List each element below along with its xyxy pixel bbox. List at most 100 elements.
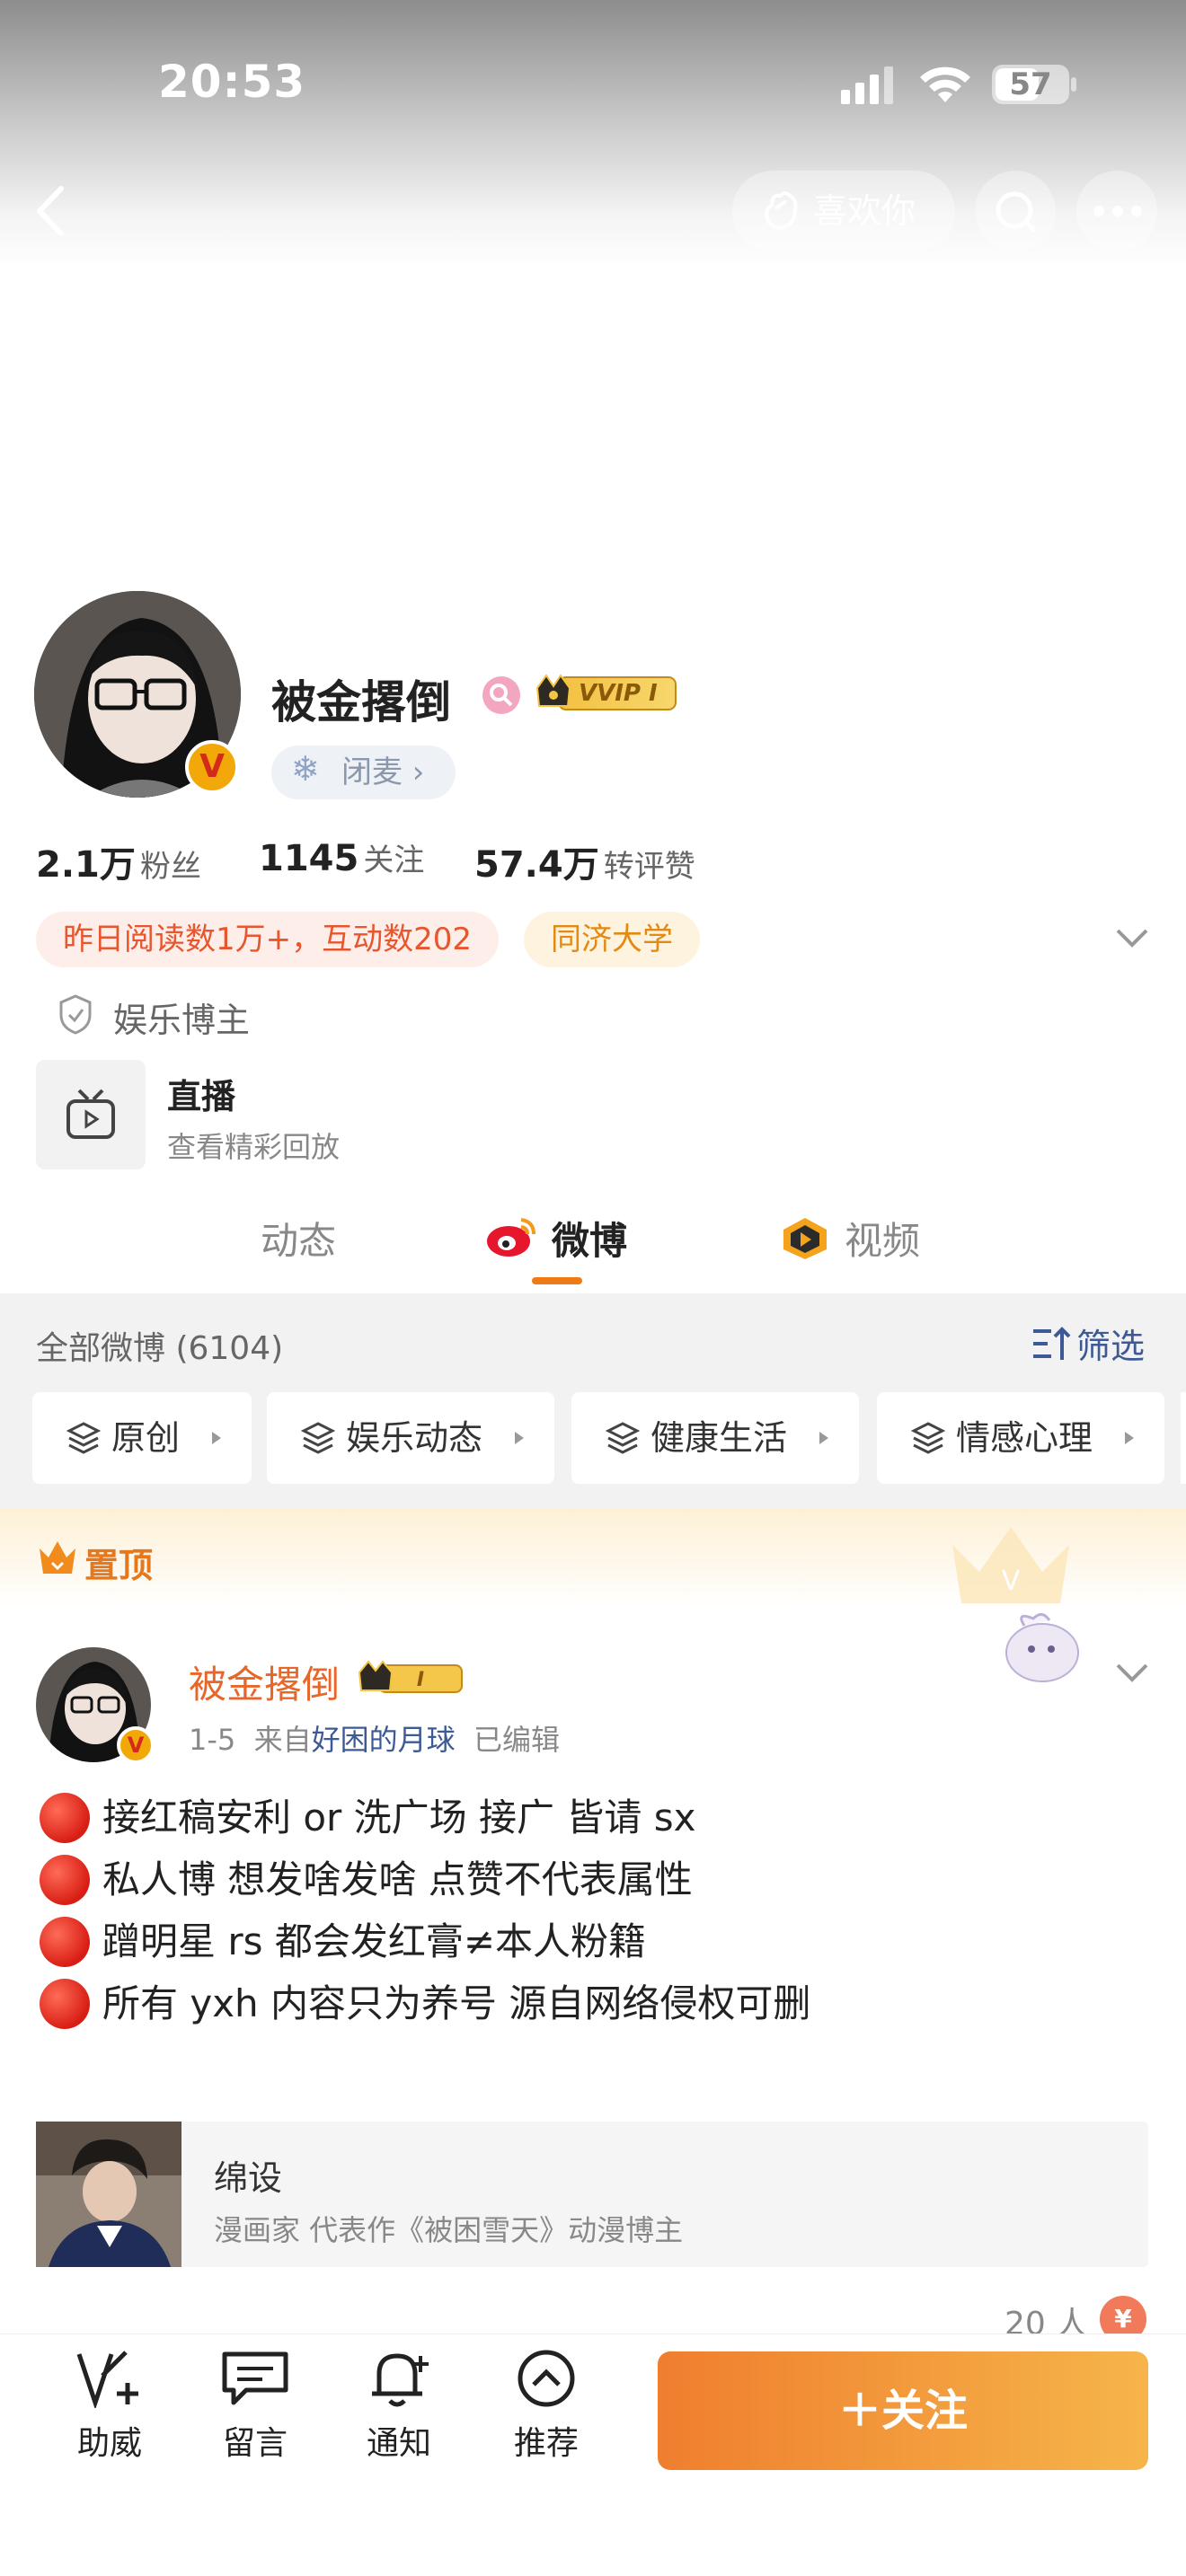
snowflake-icon: ❄ (291, 749, 320, 789)
layers-icon (301, 1422, 335, 1454)
profile-name: 被金撂倒 (271, 676, 451, 728)
cheer-button[interactable]: 助威 (56, 2349, 164, 2464)
filter-label: 筛选 (1076, 1327, 1146, 1366)
school-tag[interactable]: 同济大学 (524, 912, 700, 967)
bell-plus-icon (372, 2353, 429, 2407)
reading-stats-tag[interactable]: 昨日阅读数1万+，互动数202 (36, 912, 500, 967)
stat-interactions-label: 转评赞 (603, 849, 695, 885)
recommend-label: 推荐 (513, 2425, 579, 2462)
chip-health[interactable]: 健康生活 (571, 1392, 859, 1484)
chip-original-label: 原创 (111, 1418, 181, 1458)
verified-v-icon: V (185, 740, 239, 794)
chip-original[interactable]: 原创 (32, 1392, 252, 1484)
post-line-3: 蹭明星 rs 都会发红膏≠本人粉籍 (40, 1915, 646, 1969)
search-icon (996, 191, 1037, 233)
post-from-label: 来自 (253, 1723, 312, 1757)
recommend-button[interactable]: 推荐 (492, 2349, 600, 2464)
stat-interactions[interactable]: 57.4万 转评赞 (474, 835, 695, 887)
red-circle-emoji (40, 1916, 90, 1967)
linked-user-card[interactable]: 绵设 漫画家 代表作《被困雪天》动漫博主 (36, 2122, 1148, 2267)
tv-play-icon (66, 1089, 115, 1139)
chevron-left-icon (37, 186, 64, 236)
linked-user-photo (36, 2122, 181, 2267)
svg-text:V: V (1002, 1566, 1021, 1597)
post-author-name[interactable]: 被金撂倒 (189, 1654, 340, 1709)
post-source-link[interactable]: 好困的月球 (312, 1723, 456, 1757)
svg-text:I: I (417, 1669, 424, 1691)
red-circle-emoji (40, 1792, 90, 1843)
message-label: 留言 (222, 2425, 288, 2462)
live-title: 直播 (167, 1077, 236, 1116)
status-chip[interactable]: ❄ 闭麦 › (271, 745, 456, 799)
more-button[interactable] (1076, 171, 1157, 251)
chip-entertainment-label: 娱乐动态 (346, 1418, 483, 1458)
chip-emotion[interactable]: 情感心理 (877, 1392, 1164, 1484)
red-circle-emoji (40, 1978, 90, 2029)
cheer-v-plus-icon (76, 2351, 138, 2408)
tab-active-indicator (532, 1277, 582, 1284)
post-line-text: 蹭明星 rs 都会发红膏≠本人粉籍 (102, 1919, 647, 1963)
post-meta: 1-5 来自好困的月球 已编辑 (189, 1717, 560, 1759)
hand-heart-icon (764, 191, 798, 231)
live-button[interactable] (36, 1060, 146, 1169)
crown-icon (36, 1538, 79, 1581)
post-line-1: 接红稿安利 or 洗广场 接广 皆请 sx (40, 1791, 695, 1845)
pinned-label: 置顶 (84, 1546, 154, 1585)
message-button[interactable]: 留言 (201, 2349, 309, 2464)
chip-emotion-label: 情感心理 (956, 1418, 1093, 1458)
sort-filter-icon (1033, 1327, 1071, 1360)
post-line-text: 私人博 想发啥发啥 点赞不代表属性 (102, 1857, 693, 1901)
crown-watermark: V (943, 1518, 1078, 1611)
status-chip-label: 闭麦 › (341, 754, 425, 790)
search-button[interactable] (975, 171, 1056, 251)
vip-badge-small: I (358, 1658, 465, 1701)
stat-fans-label: 粉丝 (139, 849, 201, 885)
linked-user-desc: 漫画家 代表作《被困雪天》动漫博主 (214, 2213, 684, 2247)
video-hexagon-icon (783, 1218, 827, 1259)
post-line-text: 所有 yxh 内容只为养号 源自网络侵权可删 (102, 1981, 811, 2025)
layers-icon (66, 1422, 101, 1454)
tab-video[interactable]: 视频 (778, 1213, 931, 1266)
post-date: 1-5 (189, 1723, 236, 1757)
cellular-signal-icon (841, 66, 897, 108)
layers-icon (911, 1422, 945, 1454)
status-time: 20:53 (158, 56, 306, 108)
female-gender-icon (482, 676, 520, 714)
live-subtitle: 查看精彩回放 (167, 1130, 341, 1164)
more-dots-icon (1093, 206, 1142, 216)
weibo-logo-icon (487, 1218, 535, 1257)
filter-button[interactable]: 筛选 (1031, 1319, 1152, 1369)
cheer-label: 助威 (76, 2425, 142, 2462)
stat-following[interactable]: 1145 关注 (259, 835, 424, 879)
post-line-text: 接红稿安利 or 洗广场 接广 皆请 sx (102, 1795, 696, 1839)
battery-icon: 57 (992, 65, 1069, 104)
category-label: 娱乐博主 (113, 1001, 251, 1040)
stat-following-num: 1145 (259, 838, 359, 879)
back-button[interactable] (25, 180, 79, 243)
battery-cap (1071, 77, 1076, 92)
vvip-badge[interactable]: VVIP I (534, 670, 679, 715)
chip-entertainment[interactable]: 娱乐动态 (267, 1392, 554, 1484)
post-line-2: 私人博 想发啥发啥 点赞不代表属性 (40, 1853, 693, 1907)
like-you-button[interactable]: 喜欢你 (732, 171, 955, 251)
red-circle-emoji (40, 1854, 90, 1905)
tab-weibo-label: 微博 (552, 1219, 628, 1263)
linked-user-name: 绵设 (214, 2158, 283, 2198)
wifi-icon (918, 63, 972, 108)
tab-dongtai[interactable]: 动态 (261, 1211, 336, 1266)
post-line-4: 所有 yxh 内容只为养号 源自网络侵权可删 (40, 1977, 810, 2031)
notify-button[interactable]: 通知 (345, 2349, 453, 2464)
follow-button[interactable]: ＋关注 (658, 2351, 1148, 2470)
post-edited-label: 已编辑 (473, 1723, 560, 1757)
notify-label: 通知 (366, 2425, 431, 2462)
vvip-text: VVIP I (579, 680, 658, 707)
verified-v-icon: V (117, 1726, 155, 1764)
stat-fans[interactable]: 2.1万 粉丝 (36, 835, 201, 887)
tab-weibo[interactable]: 微博 (485, 1211, 647, 1292)
chip-health-label: 健康生活 (651, 1418, 788, 1458)
post-count-label: 全部微博 (6104) (36, 1330, 284, 1367)
expand-chevron-icon[interactable] (1114, 925, 1150, 954)
layers-icon (606, 1422, 640, 1454)
post-menu-chevron-icon[interactable] (1114, 1660, 1150, 1689)
message-bubble-icon (222, 2351, 288, 2405)
